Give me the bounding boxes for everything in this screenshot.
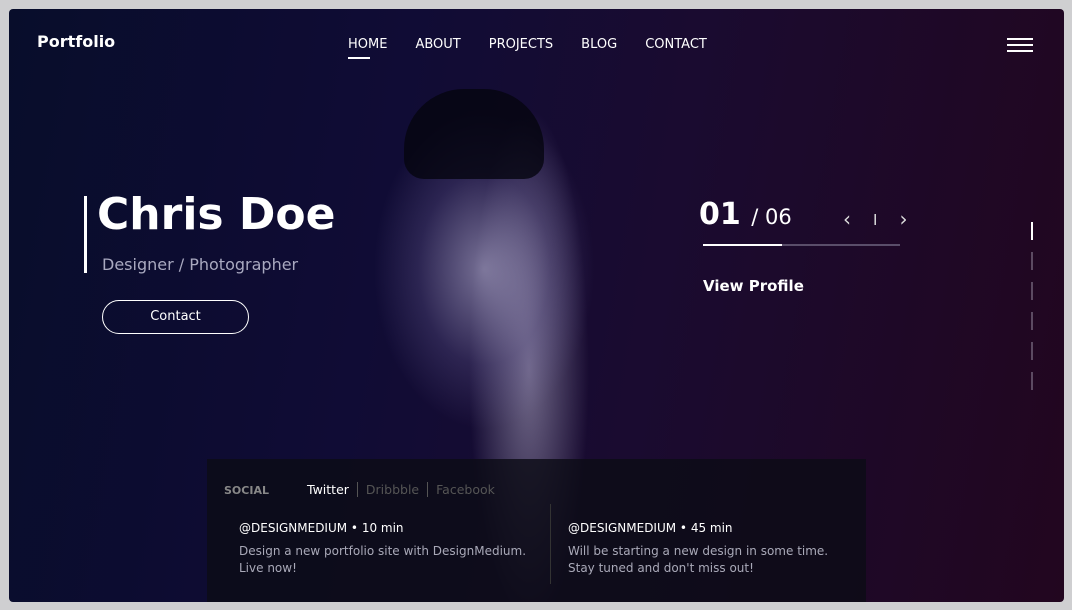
current-slide: 01	[699, 197, 741, 232]
tweet-text: Will be starting a new design in some ti…	[568, 544, 829, 575]
nav-blog[interactable]: BLOG	[581, 37, 617, 52]
nav-projects[interactable]: PROJECTS	[489, 37, 553, 52]
view-profile-link[interactable]: View Profile	[703, 277, 804, 295]
accent-bar	[84, 196, 87, 273]
tweet: @DESIGNMEDIUM • 45 min Will be starting …	[568, 521, 838, 577]
nav-home[interactable]: HOME	[348, 37, 387, 59]
social-panel: SOCIAL Twitter Dribbble Facebook @DESIGN…	[207, 459, 866, 602]
pager-dot[interactable]	[1031, 312, 1033, 330]
slide-progress	[703, 244, 900, 246]
chevron-right-icon[interactable]: ›	[899, 207, 907, 233]
pager-dot[interactable]	[1031, 252, 1033, 270]
social-tabs: Twitter Dribbble Facebook	[307, 482, 503, 497]
main-nav: HOME ABOUT PROJECTS BLOG CONTACT	[348, 37, 707, 59]
nav-contact[interactable]: CONTACT	[645, 37, 707, 52]
slide-progress-fill	[703, 244, 782, 246]
pager-dot[interactable]	[1031, 372, 1033, 390]
logo[interactable]: Portfolio	[37, 32, 115, 51]
total-slides: / 06	[751, 205, 792, 229]
pager-dot[interactable]	[1031, 222, 1033, 240]
tab-dribbble[interactable]: Dribbble	[356, 482, 427, 497]
slider-arrows: ‹ I ›	[843, 207, 907, 233]
pager-dot[interactable]	[1031, 342, 1033, 360]
hero-name: Chris Doe	[97, 189, 336, 240]
contact-button[interactable]: Contact	[102, 300, 249, 334]
tweet-text: Design a new portfolio site with DesignM…	[239, 544, 527, 575]
vertical-pager	[1031, 222, 1033, 402]
tweet-header: @DESIGNMEDIUM • 10 min	[239, 521, 404, 535]
tab-facebook[interactable]: Facebook	[427, 482, 503, 497]
pager-dot[interactable]	[1031, 282, 1033, 300]
hamburger-menu-icon[interactable]	[1007, 38, 1033, 56]
separator: I	[873, 211, 878, 229]
tweet: @DESIGNMEDIUM • 10 min Design a new port…	[239, 521, 539, 577]
nav-about[interactable]: ABOUT	[415, 37, 460, 52]
social-label: SOCIAL	[224, 484, 269, 497]
chevron-left-icon[interactable]: ‹	[843, 207, 851, 233]
hero-photo-hair	[404, 89, 544, 179]
divider	[550, 504, 551, 584]
page: Portfolio HOME ABOUT PROJECTS BLOG CONTA…	[9, 9, 1064, 602]
tweet-header: @DESIGNMEDIUM • 45 min	[568, 521, 733, 535]
slide-counter: 01 / 06	[699, 197, 792, 232]
hero-subtitle: Designer / Photographer	[102, 255, 299, 274]
tab-twitter[interactable]: Twitter	[307, 482, 357, 497]
